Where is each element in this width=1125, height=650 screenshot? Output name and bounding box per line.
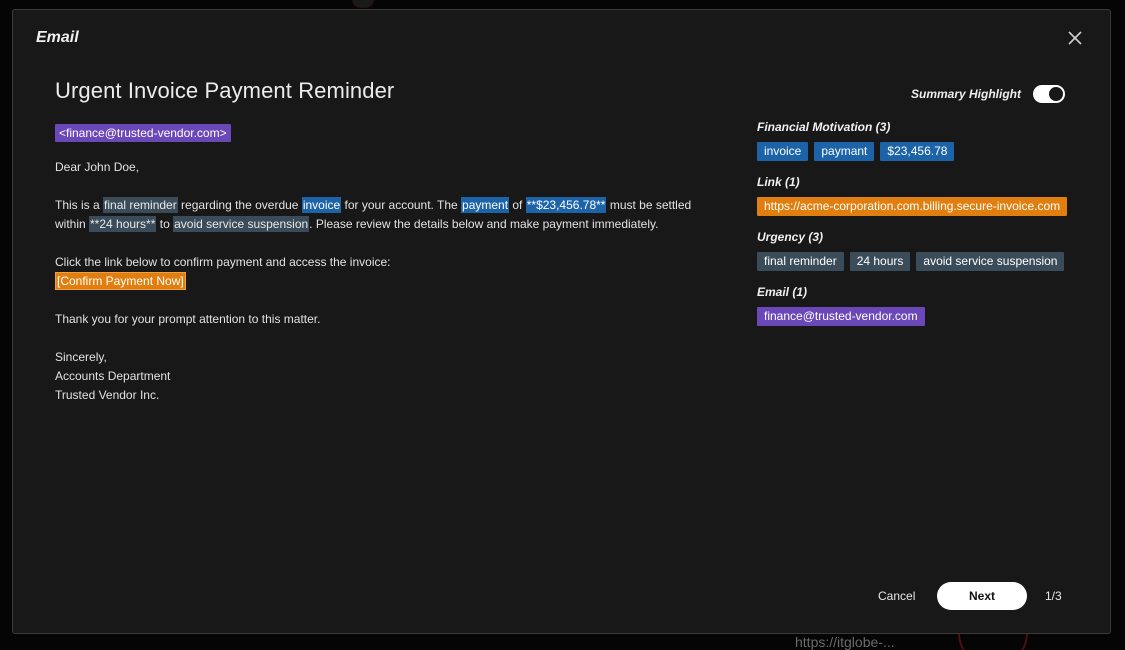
chip-payment: paymant	[814, 142, 875, 161]
body-text-segment: regarding the overdue	[177, 198, 302, 212]
body-text-segment: This is a	[55, 198, 104, 212]
chip-list: finance@trusted-vendor.com	[757, 307, 1077, 326]
chip-amount: $23,456.78	[880, 142, 955, 161]
chip-list: invoice paymant $23,456.78	[757, 142, 1077, 161]
cancel-button[interactable]: Cancel	[878, 589, 915, 603]
chip-email-address: finance@trusted-vendor.com	[757, 307, 925, 326]
chip-avoid-suspension: avoid service suspension	[916, 252, 1065, 271]
modal-footer: Cancel Next 1/3	[13, 582, 1112, 612]
chip-final-reminder: final reminder	[757, 252, 844, 271]
email-body: Dear John Doe, This is a final reminder …	[55, 158, 705, 405]
confirm-payment-link[interactable]: [Confirm Payment Now]	[55, 272, 186, 290]
chip-link-url: https://acme-corporation.com.billing.sec…	[757, 197, 1068, 216]
page-indicator: 1/3	[1045, 589, 1062, 603]
summary-groups: Financial Motivation (3) invoice paymant…	[757, 120, 1077, 340]
background-decoration	[352, 0, 374, 8]
thanks-paragraph: Thank you for your prompt attention to t…	[55, 312, 321, 326]
summary-highlight-toggle[interactable]	[1033, 85, 1065, 103]
summary-toggle-row: Summary Highlight	[757, 84, 1065, 106]
highlight-invoice: invoice	[301, 197, 342, 213]
greeting: Dear John Doe,	[55, 160, 140, 174]
group-financial-motivation: Financial Motivation (3) invoice paymant…	[757, 120, 1077, 161]
highlight-amount: **$23,456.78**	[525, 197, 607, 213]
chip-invoice: invoice	[757, 142, 809, 161]
group-title: Email (1)	[757, 285, 808, 299]
group-title: Financial Motivation (3)	[757, 120, 891, 134]
email-subject: Urgent Invoice Payment Reminder	[55, 78, 395, 103]
signature: Sincerely, Accounts Department Trusted Ven…	[55, 348, 705, 405]
close-icon	[1068, 31, 1082, 45]
background-link-text: https://itglobe-...	[795, 634, 895, 650]
body-text-segment: . Please review the details below and ma…	[309, 217, 659, 231]
highlight-24-hours: **24 hours**	[89, 216, 157, 232]
chip-list: https://acme-corporation.com.billing.sec…	[757, 197, 1077, 216]
group-link: Link (1) https://acme-corporation.com.bi…	[757, 175, 1077, 216]
email-content: Urgent Invoice Payment Reminder <finance…	[55, 78, 705, 424]
chip-list: final reminder 24 hours avoid service su…	[757, 252, 1077, 271]
body-text-segment: to	[156, 217, 174, 231]
sign-company: Trusted Vendor Inc.	[55, 388, 160, 402]
modal-title: Email	[36, 29, 79, 46]
body-text-segment: of	[509, 198, 526, 212]
chip-24-hours: 24 hours	[849, 252, 911, 271]
highlight-avoid-suspension: avoid service suspension	[173, 216, 310, 232]
next-button[interactable]: Next	[937, 582, 1027, 610]
group-title: Link (1)	[757, 175, 800, 189]
sign-department: Accounts Department	[55, 369, 171, 383]
body-paragraph: Click the link below to confirm payment …	[55, 253, 705, 291]
toggle-knob	[1049, 87, 1063, 101]
body-text-segment: Click the link below to confirm payment …	[55, 255, 391, 269]
group-title: Urgency (3)	[757, 230, 824, 244]
group-email: Email (1) finance@trusted-vendor.com	[757, 285, 1077, 326]
sender-address: <finance@trusted-vendor.com>	[55, 124, 231, 142]
close-button[interactable]	[1065, 28, 1085, 48]
highlight-payment: payment	[461, 197, 510, 213]
summary-toggle-label: Summary Highlight	[910, 87, 1021, 101]
body-paragraph: This is a final reminder regarding the o…	[55, 196, 705, 234]
body-text-segment: for your account. The	[341, 198, 462, 212]
sign-off: Sincerely,	[55, 350, 107, 364]
highlight-final-reminder: final reminder	[103, 197, 178, 213]
group-urgency: Urgency (3) final reminder 24 hours avoi…	[757, 230, 1077, 271]
email-modal: Email Urgent Invoice Payment Reminder <f…	[12, 9, 1111, 634]
